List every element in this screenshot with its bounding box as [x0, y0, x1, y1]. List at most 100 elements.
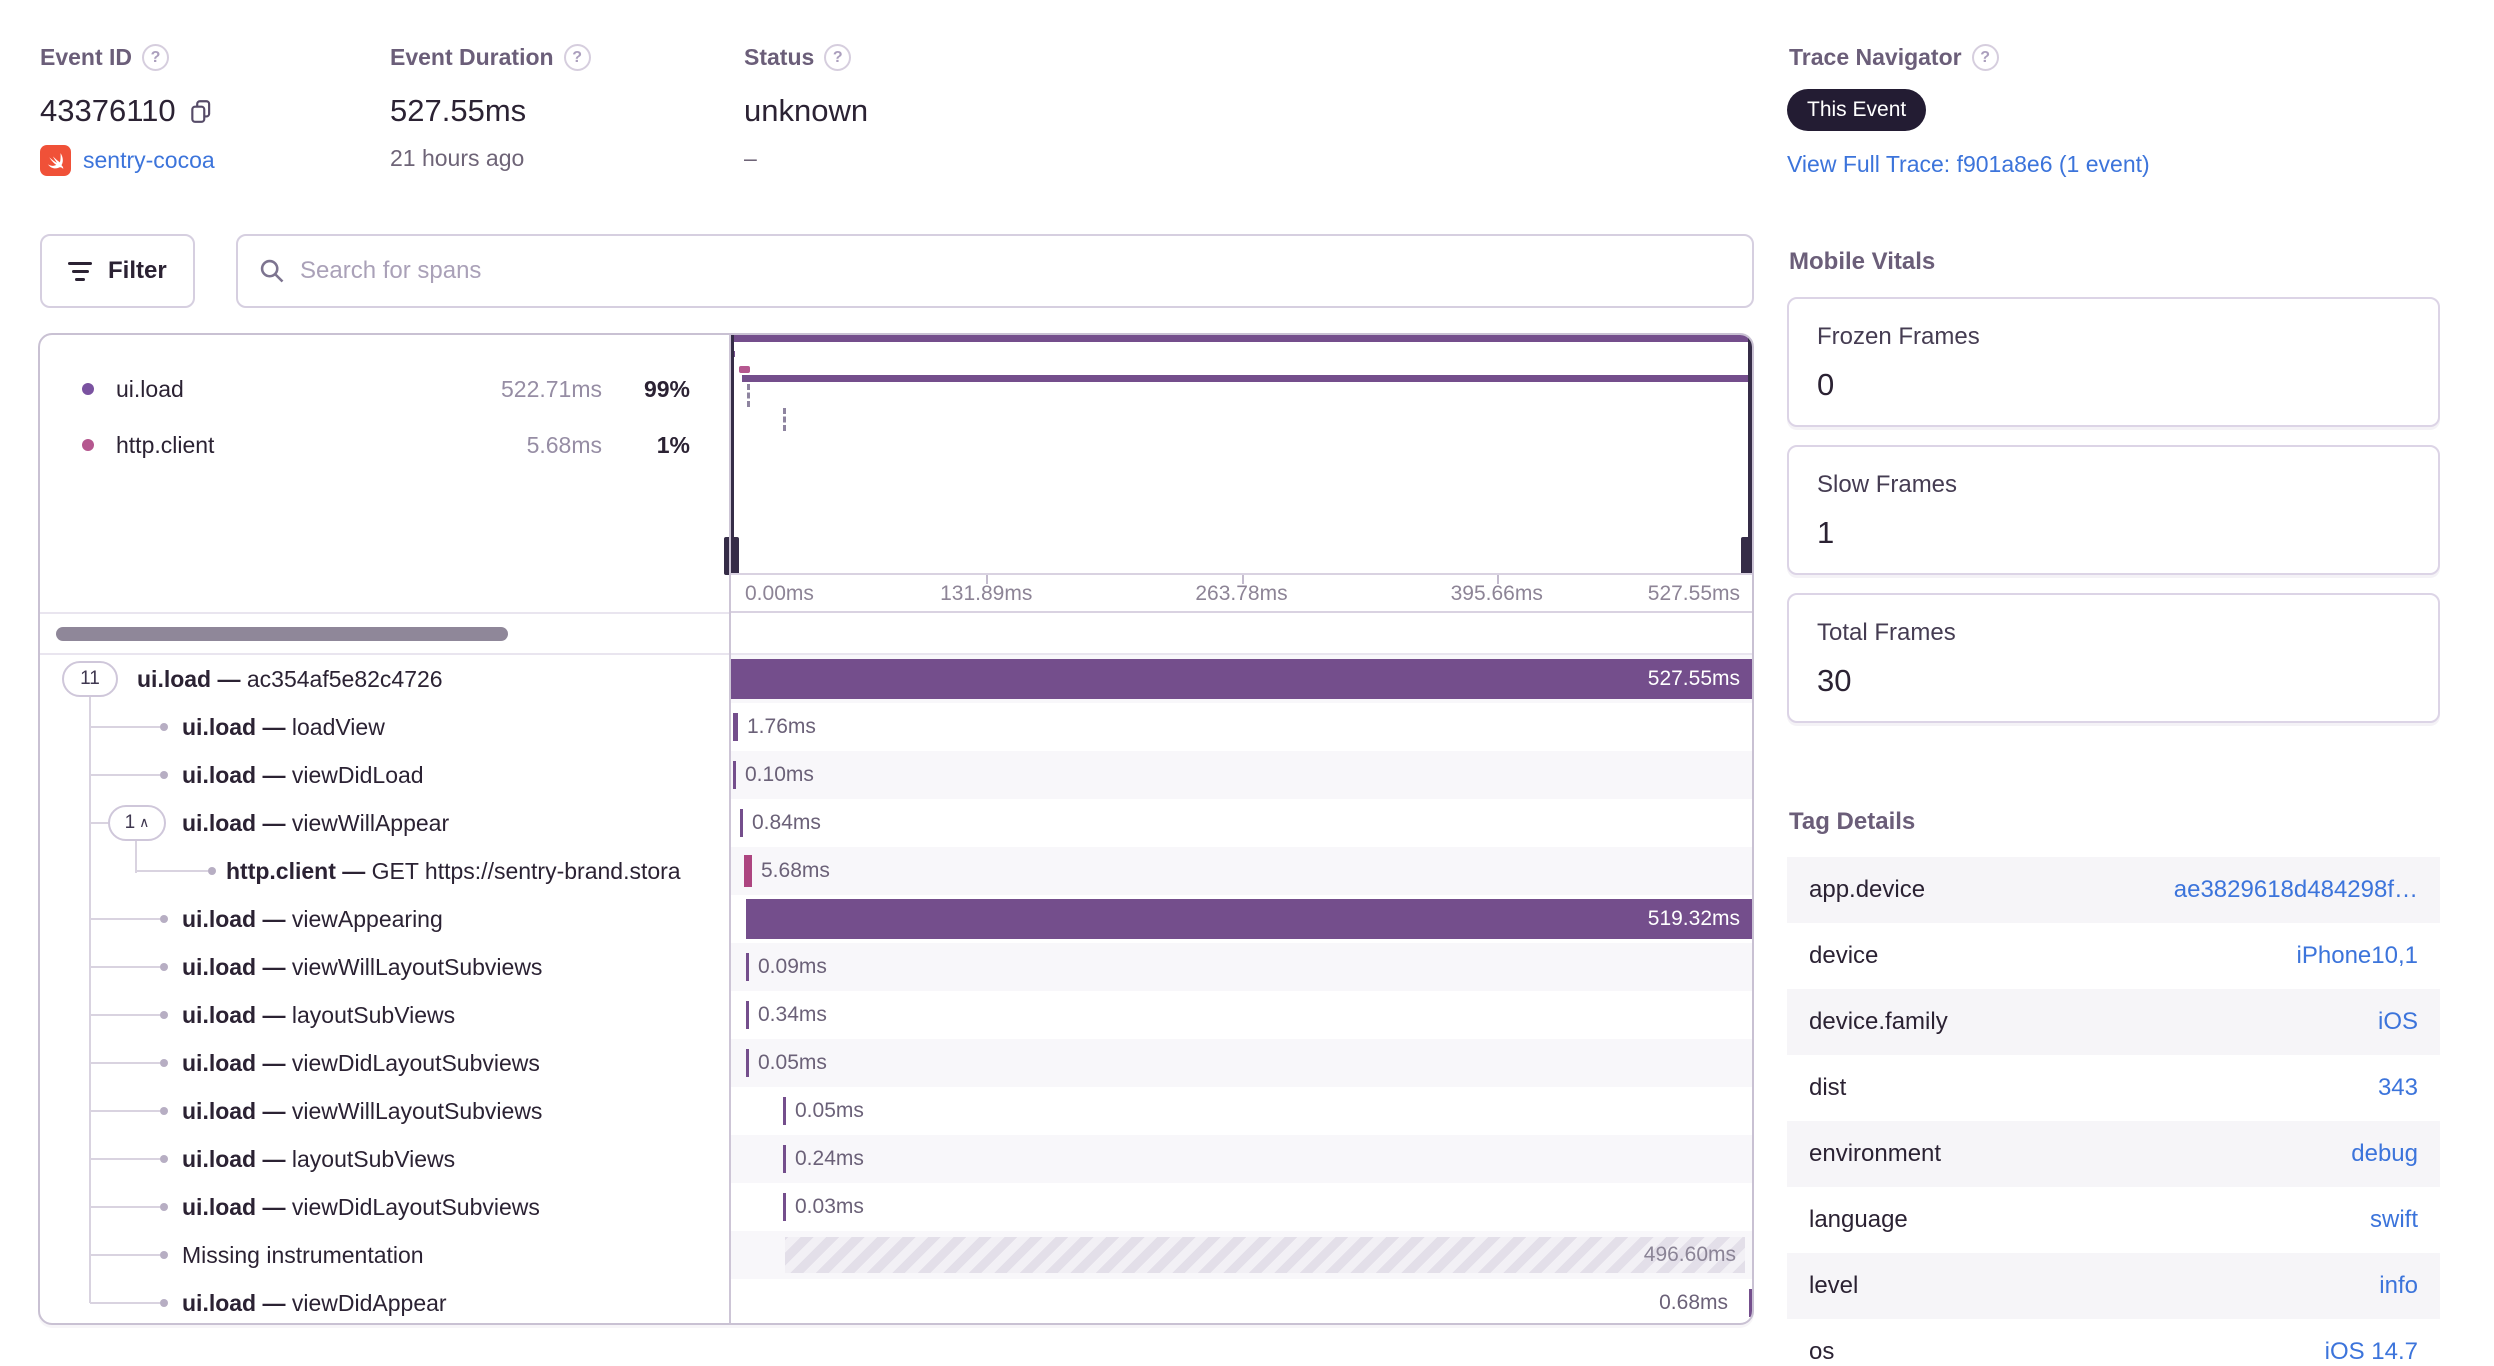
tag-row: os iOS 14.7	[1787, 1319, 2440, 1366]
copy-icon[interactable]	[188, 98, 214, 124]
span-row[interactable]: ui.load — viewDidLoad 0.10ms	[40, 751, 1752, 799]
span-tree-cell: ui.load — viewDidLayoutSubviews	[40, 1039, 729, 1087]
span-tree-rows: ui.load — ac354af5e82c4726 11 527.55ms u…	[40, 655, 1752, 1323]
span-bar-cell[interactable]: 0.24ms	[731, 1135, 1752, 1183]
span-row[interactable]: http.client — GET https://sentry-brand.s…	[40, 847, 1752, 895]
swift-icon	[40, 145, 71, 176]
span-bar-cell[interactable]: 0.10ms	[731, 751, 1752, 799]
span-row[interactable]: ui.load — viewDidLayoutSubviews 0.03ms	[40, 1183, 1752, 1231]
tree-node-dot	[160, 1155, 168, 1163]
vital-value: 30	[1817, 663, 1852, 698]
span-children-count-badge[interactable]: 1 ∧	[108, 805, 166, 841]
span-row[interactable]: ui.load — viewWillLayoutSubviews 0.09ms	[40, 943, 1752, 991]
mobile-vital-card: Frozen Frames 0	[1787, 297, 2440, 427]
span-bar-cell[interactable]: 1.76ms	[731, 703, 1752, 751]
tree-branch-line	[90, 1014, 160, 1016]
span-tree-cell: ui.load — viewDidLayoutSubviews	[40, 1183, 729, 1231]
span-bar-cell[interactable]: 527.55ms	[731, 655, 1752, 703]
tag-row: device iPhone10,1	[1787, 923, 2440, 989]
span-duration-bar	[783, 1097, 786, 1125]
project-link[interactable]: sentry-cocoa	[83, 147, 215, 174]
span-bar-cell[interactable]: 0.05ms	[731, 1039, 1752, 1087]
span-description: viewDidLayoutSubviews	[291, 1194, 540, 1220]
legend-item[interactable]: ui.load 522.71ms 99%	[40, 369, 729, 409]
tree-branch-line	[90, 918, 160, 920]
trace-minimap[interactable]: 0.00ms 131.89ms 263.78ms 395.66ms 527.55ms	[724, 335, 1752, 613]
tag-value-link[interactable]: 343	[2378, 1074, 2418, 1102]
span-row[interactable]: ui.load — loadView 1.76ms	[40, 703, 1752, 751]
tag-value-link[interactable]: iPhone10,1	[2297, 942, 2418, 970]
span-children-count-badge[interactable]: 11	[62, 661, 118, 697]
span-duration-label: 527.55ms	[1647, 667, 1740, 690]
span-row[interactable]: ui.load — layoutSubViews 0.24ms	[40, 1135, 1752, 1183]
span-bar-cell[interactable]: 0.34ms	[731, 991, 1752, 1039]
this-event-badge[interactable]: This Event	[1787, 89, 1927, 131]
span-op-duration: 5.68ms	[526, 432, 602, 458]
span-bar-cell[interactable]: 519.32ms	[731, 895, 1752, 943]
span-description: layoutSubViews	[291, 1146, 456, 1172]
span-op-legend: ui.load 522.71ms 99% http.client 5.68ms …	[40, 335, 729, 572]
tree-branch-line	[90, 1302, 160, 1304]
span-description: viewDidLayoutSubviews	[291, 1050, 540, 1076]
tree-node-dot	[160, 723, 168, 731]
tag-row: app.device ae3829618d484298f…	[1787, 857, 2440, 923]
tree-branch-line	[90, 822, 108, 824]
horizontal-scrollbar-thumb[interactable]	[56, 627, 508, 641]
tag-key: device	[1809, 942, 1879, 969]
span-bar-cell[interactable]: 0.84ms	[731, 799, 1752, 847]
chevron-up-icon: ∧	[139, 813, 150, 830]
span-duration-bar	[785, 1237, 1745, 1273]
span-op: ui.load —	[182, 954, 286, 980]
span-duration-label: 5.68ms	[761, 859, 830, 882]
span-row[interactable]: ui.load — ac354af5e82c4726 11 527.55ms	[40, 655, 1752, 703]
horizontal-scrollbar-track[interactable]	[40, 612, 729, 653]
tree-branch-line	[90, 1254, 160, 1256]
tree-node-dot	[160, 915, 168, 923]
span-row[interactable]: ui.load — viewDidLayoutSubviews 0.05ms	[40, 1039, 1752, 1087]
span-description: viewDidAppear	[291, 1290, 447, 1316]
tag-key: os	[1809, 1338, 1835, 1365]
span-row[interactable]: ui.load — layoutSubViews 0.34ms	[40, 991, 1752, 1039]
tree-node-dot	[160, 1011, 168, 1019]
axis-tick-mark	[1241, 575, 1244, 584]
tag-value-link[interactable]: debug	[2351, 1140, 2418, 1168]
status-value: unknown	[744, 93, 869, 128]
tag-value-link[interactable]: iOS 14.7	[2325, 1338, 2418, 1366]
tag-value-link[interactable]: info	[2379, 1272, 2418, 1300]
help-icon[interactable]: ?	[824, 44, 852, 71]
help-icon[interactable]: ?	[1971, 44, 1999, 71]
tag-row: environment debug	[1787, 1121, 2440, 1187]
span-duration-label: 496.60ms	[1643, 1243, 1736, 1266]
tag-value-link[interactable]: iOS	[2378, 1008, 2418, 1036]
legend-item[interactable]: http.client 5.68ms 1%	[40, 425, 729, 465]
minimap-right-handle-grip[interactable]	[1741, 537, 1752, 575]
span-bar-cell[interactable]: 0.09ms	[731, 943, 1752, 991]
span-bar-cell[interactable]: 0.03ms	[731, 1183, 1752, 1231]
span-bar-cell[interactable]: 0.68ms	[731, 1279, 1752, 1323]
tag-value-link[interactable]: swift	[2370, 1206, 2418, 1234]
span-bar-cell[interactable]: 0.05ms	[731, 1087, 1752, 1135]
minimap-left-handle-grip[interactable]	[724, 537, 739, 575]
vital-label: Total Frames	[1817, 619, 1956, 646]
span-row[interactable]: ui.load — viewDidAppear 0.68ms	[40, 1279, 1752, 1323]
search-input[interactable]	[300, 257, 1732, 285]
tree-branch-line	[136, 870, 208, 872]
tree-bars-divider[interactable]	[729, 335, 731, 1323]
span-op-name: http.client	[116, 432, 215, 458]
span-op: ui.load —	[182, 1194, 286, 1220]
span-row[interactable]: ui.load — viewWillLayoutSubviews 0.05ms	[40, 1087, 1752, 1135]
view-full-trace-link[interactable]: View Full Trace: f901a8e6 (1 event)	[1787, 151, 2150, 178]
filter-button[interactable]: Filter	[40, 234, 195, 308]
span-row[interactable]: ui.load — viewWillAppear 1 ∧ 0.84ms	[40, 799, 1752, 847]
span-duration-bar	[733, 761, 736, 789]
span-tree-cell: ui.load — layoutSubViews	[40, 1135, 729, 1183]
span-bar-cell[interactable]: 496.60ms	[731, 1231, 1752, 1279]
help-icon[interactable]: ?	[142, 44, 170, 71]
span-row[interactable]: ui.load — viewAppearing 519.32ms	[40, 895, 1752, 943]
tree-branch-line	[90, 1062, 160, 1064]
help-icon[interactable]: ?	[563, 44, 591, 71]
span-bar-cell[interactable]: 5.68ms	[731, 847, 1752, 895]
span-op: ui.load —	[182, 1050, 286, 1076]
tag-value-link[interactable]: ae3829618d484298f…	[2174, 876, 2418, 904]
span-row[interactable]: Missing instrumentation 496.60ms	[40, 1231, 1752, 1279]
